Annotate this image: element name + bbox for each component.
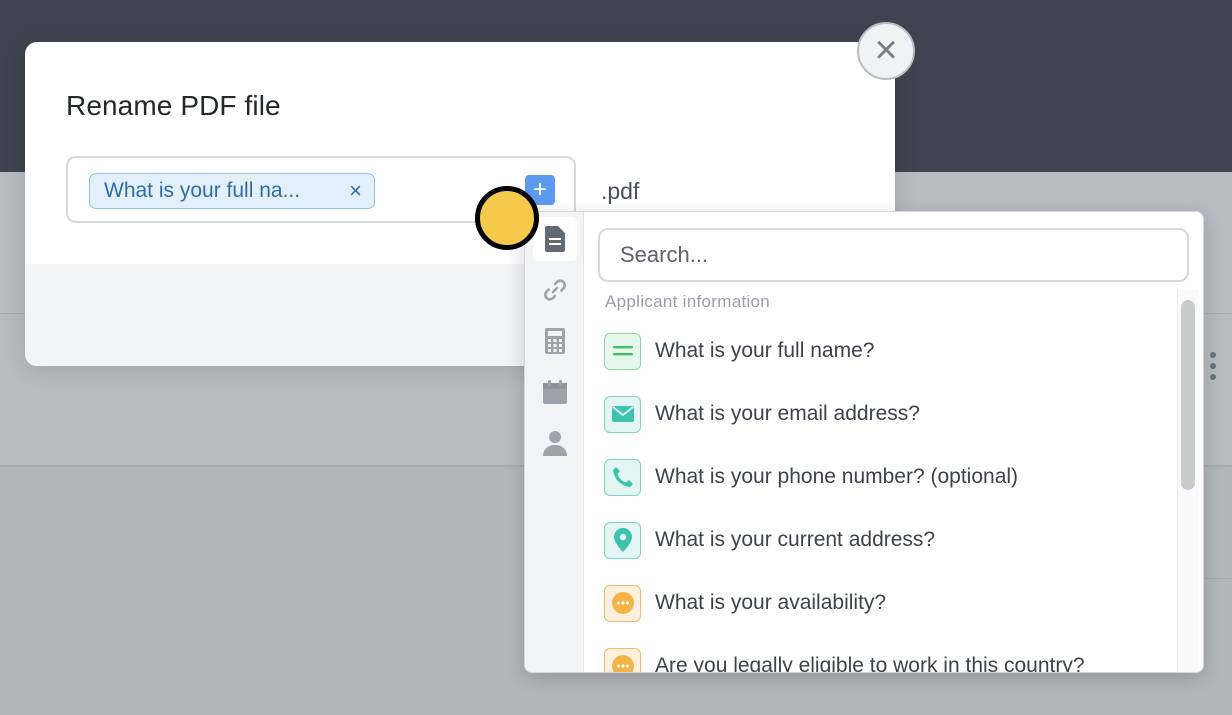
list-item-label: What is your availability?	[655, 591, 887, 614]
phone-icon	[604, 458, 641, 496]
person-icon	[543, 431, 567, 456]
list-item[interactable]: What is your availability?	[599, 578, 1169, 628]
location-pin-icon	[604, 521, 641, 559]
category-calculation[interactable]	[533, 319, 577, 363]
scrollbar-thumb[interactable]	[1181, 300, 1195, 490]
category-link[interactable]	[533, 268, 577, 312]
search-input[interactable]	[598, 228, 1189, 282]
cursor-indicator	[475, 186, 539, 250]
modal-title: Rename PDF file	[66, 90, 281, 121]
list-item[interactable]: What is your email address?	[599, 389, 1169, 439]
list-item[interactable]: Are you legally eligible to work in this…	[599, 641, 1169, 673]
chip-remove-icon[interactable]: ×	[349, 178, 362, 204]
file-extension: .pdf	[601, 178, 640, 204]
email-icon	[604, 395, 641, 433]
category-user[interactable]	[533, 421, 577, 465]
short-text-icon	[604, 332, 641, 370]
list-item[interactable]: What is your full name?	[599, 326, 1169, 376]
category-date[interactable]	[533, 370, 577, 414]
list-item-label: Are you legally eligible to work in this…	[655, 654, 1085, 673]
list-item[interactable]: What is your current address?	[599, 515, 1169, 565]
category-document[interactable]	[533, 217, 577, 261]
ellipsis-icon	[604, 647, 641, 672]
variable-chip-label: What is your full na...	[104, 179, 301, 202]
category-rail	[525, 212, 584, 672]
calendar-icon	[543, 380, 567, 404]
variable-chip[interactable]: What is your full na... ×	[89, 173, 375, 209]
list-item-label: What is your full name?	[655, 339, 875, 362]
more-options-icon[interactable]	[1209, 352, 1217, 380]
list-item[interactable]: What is your phone number? (optional)	[599, 452, 1169, 502]
document-icon	[545, 226, 565, 252]
close-modal-button[interactable]: ×	[857, 22, 915, 80]
list-item-label: What is your current address?	[655, 528, 936, 551]
divider	[1200, 578, 1232, 579]
ellipsis-icon	[604, 584, 641, 622]
field-picker-dropdown: Applicant information What is your full …	[524, 211, 1204, 673]
list-item-label: What is your email address?	[655, 402, 920, 425]
link-icon	[543, 279, 567, 301]
list-item-label: What is your phone number? (optional)	[655, 465, 1019, 488]
group-label: Applicant information	[605, 292, 771, 311]
calculator-icon	[545, 328, 565, 354]
